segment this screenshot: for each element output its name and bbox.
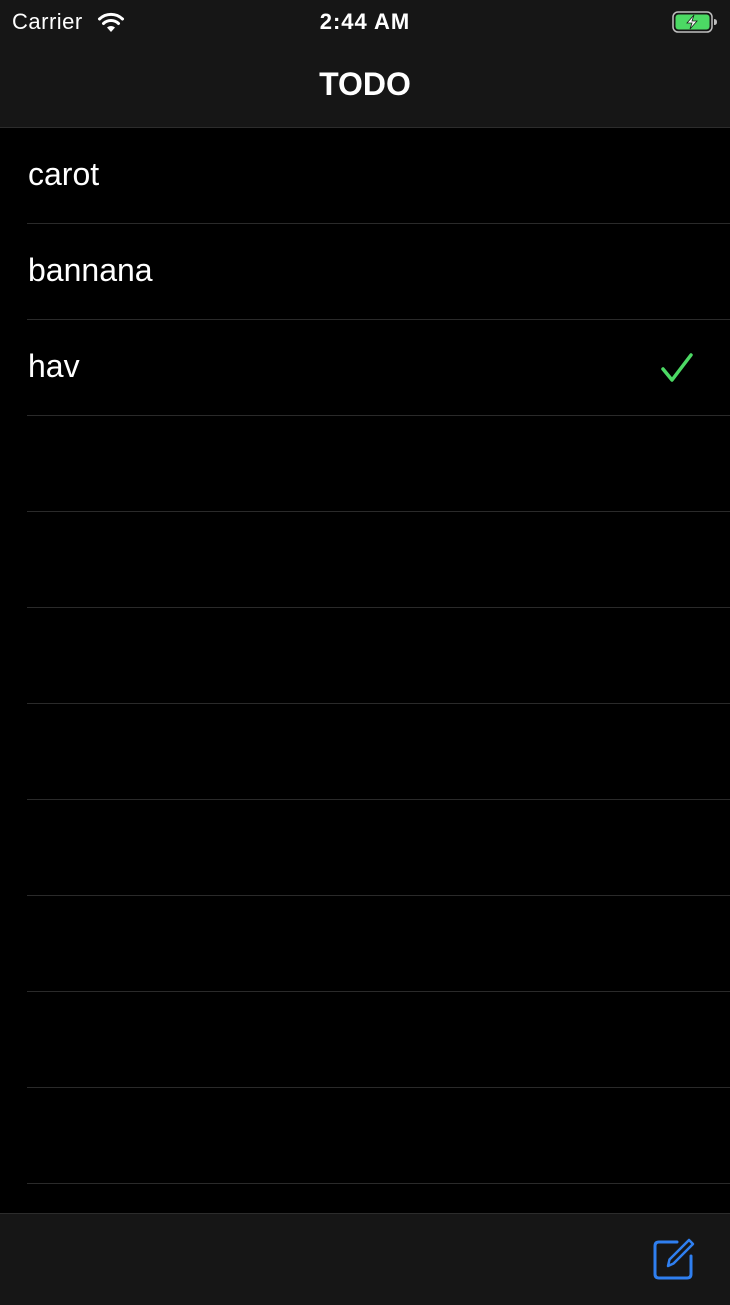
- checkmark-icon: [661, 353, 693, 382]
- battery-charging-icon: [672, 11, 717, 33]
- empty-row: [27, 992, 730, 1088]
- empty-row: [27, 896, 730, 992]
- list-item[interactable]: carot: [27, 128, 730, 224]
- bottom-toolbar: [0, 1213, 730, 1305]
- compose-icon[interactable]: [651, 1236, 697, 1282]
- list-item[interactable]: bannana: [27, 224, 730, 320]
- empty-row: [27, 608, 730, 704]
- list-item-label: hav: [28, 348, 80, 384]
- navigation-bar: TODO: [0, 44, 730, 128]
- empty-row: [27, 416, 730, 512]
- list-item[interactable]: hav: [27, 320, 730, 416]
- page-title: TODO: [319, 66, 411, 102]
- empty-row: [27, 704, 730, 800]
- empty-row: [27, 1184, 730, 1213]
- todo-list: carot bannana hav: [0, 128, 730, 1213]
- list-item-label: bannana: [28, 252, 153, 288]
- empty-row: [27, 800, 730, 896]
- status-bar: Carrier 2:44 AM: [0, 0, 730, 44]
- clock: 2:44 AM: [319, 9, 411, 34]
- list-item-label: carot: [28, 156, 100, 192]
- empty-row: [27, 1088, 730, 1184]
- empty-row: [27, 512, 730, 608]
